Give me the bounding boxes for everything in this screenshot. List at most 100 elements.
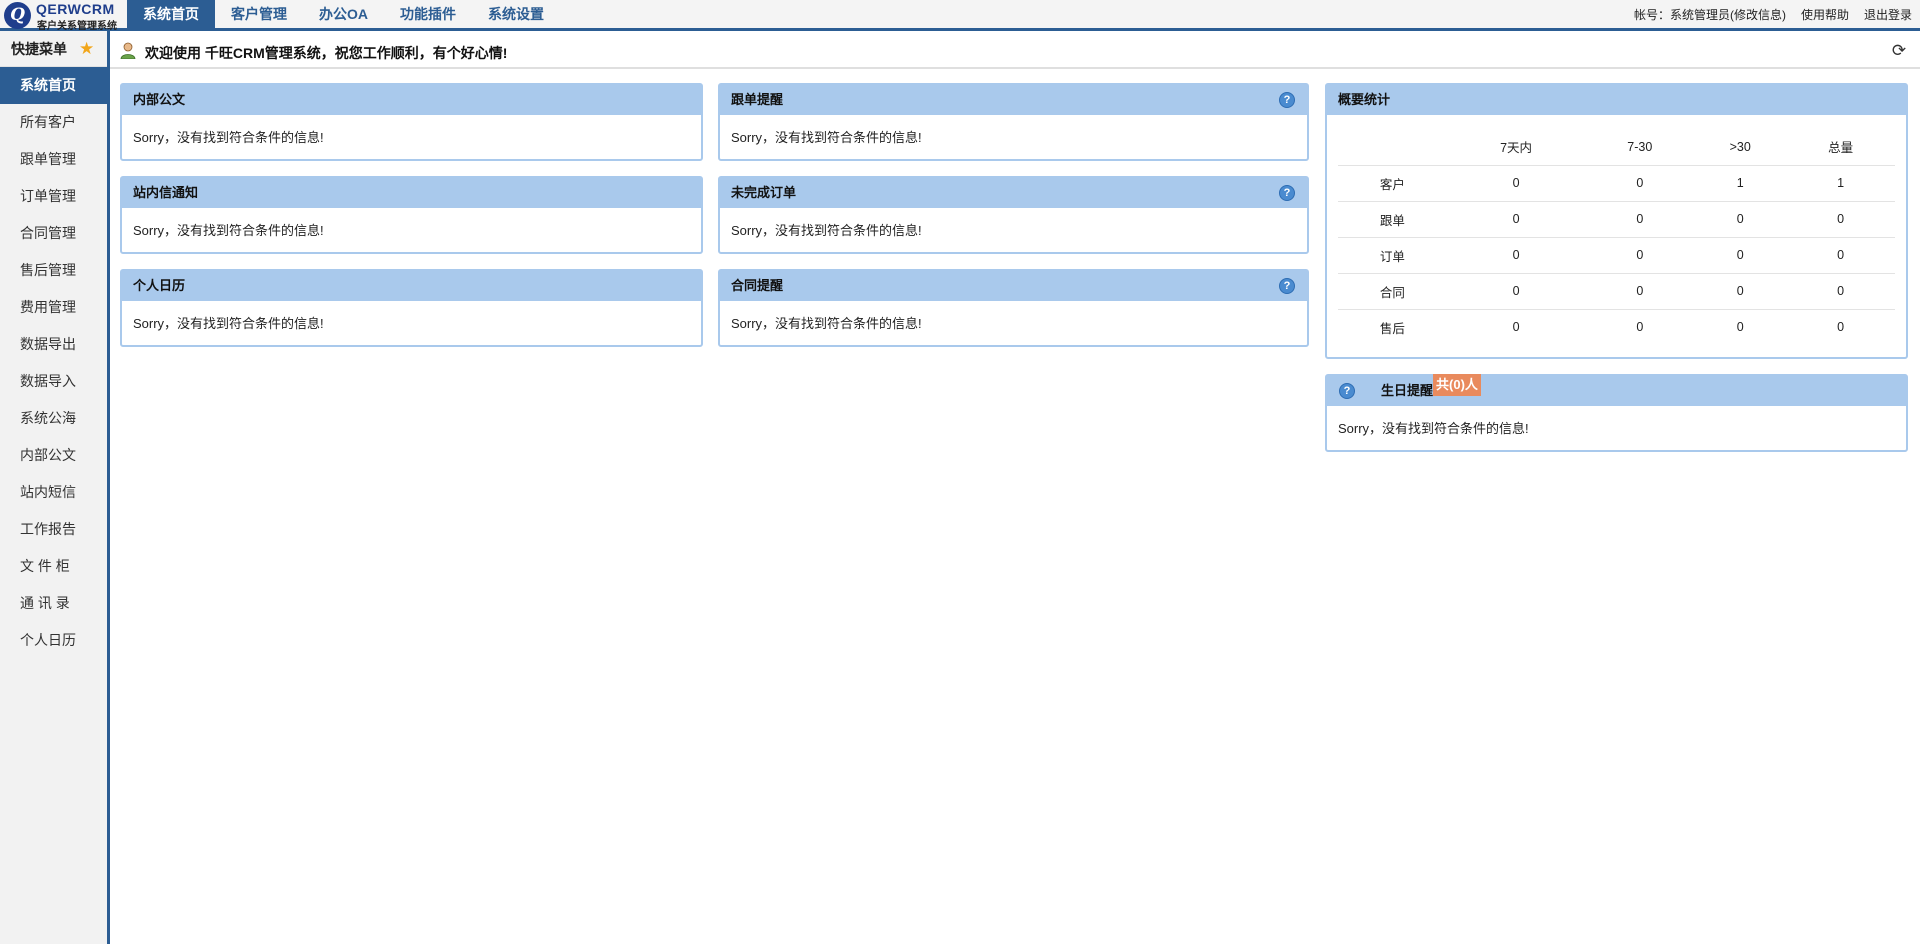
- panel-header: 跟单提醒 ?: [720, 85, 1307, 115]
- user-icon: [120, 42, 136, 59]
- sidebar-item-messages[interactable]: 站内短信: [0, 474, 107, 511]
- sidebar-item-expenses[interactable]: 费用管理: [0, 289, 107, 326]
- nav-item-settings[interactable]: 系统设置: [472, 0, 560, 28]
- sidebar-item-follow-up[interactable]: 跟单管理: [0, 141, 107, 178]
- nav-item-plugins[interactable]: 功能插件: [384, 0, 472, 28]
- panel-site-messages: 站内信通知 Sorry，没有找到符合条件的信息!: [120, 176, 703, 254]
- sidebar-item-address-book[interactable]: 通 讯 录: [0, 585, 107, 622]
- row-label: 合同: [1338, 273, 1447, 310]
- panel-title: 站内信通知: [122, 178, 701, 208]
- help-icon[interactable]: ?: [1279, 185, 1295, 201]
- logo-name: QERWCRM: [36, 1, 115, 17]
- birthday-count-badge: 共(0)人: [1433, 374, 1481, 396]
- table-cell: 0: [1694, 273, 1787, 310]
- sidebar-item-internal-docs[interactable]: 内部公文: [0, 437, 107, 474]
- panel-title: 合同提醒: [731, 278, 784, 293]
- table-cell: 0: [1585, 165, 1695, 202]
- stats-table: 7天内 7-30 >30 总量 客户 0 0 1 1 跟单 0 0 0 0 订单…: [1338, 129, 1895, 345]
- table-row: 客户 0 0 1 1: [1338, 165, 1895, 202]
- table-cell: 0: [1446, 237, 1586, 274]
- user-links: 帐号：系统管理员(修改信息) 使用帮助 退出登录: [1634, 0, 1912, 28]
- logout-link[interactable]: 退出登录: [1864, 0, 1912, 28]
- table-cell: 0: [1786, 273, 1895, 310]
- table-cell: 0: [1585, 237, 1695, 274]
- welcome-message: 欢迎使用 千旺CRM管理系统，祝您工作顺利，有个好心情!: [145, 45, 508, 61]
- empty-message: Sorry，没有找到符合条件的信息!: [731, 223, 922, 238]
- sidebar-item-home[interactable]: 系统首页: [0, 67, 107, 104]
- panel-header: 未完成订单 ?: [720, 178, 1307, 208]
- table-cell: 0: [1446, 201, 1586, 238]
- empty-message: Sorry，没有找到符合条件的信息!: [731, 316, 922, 331]
- empty-message: Sorry，没有找到符合条件的信息!: [133, 223, 324, 238]
- table-cell: 0: [1694, 237, 1787, 274]
- sidebar-item-file-cabinet[interactable]: 文 件 柜: [0, 548, 107, 585]
- row-label: 客户: [1338, 165, 1447, 202]
- stats-header-cell: >30: [1694, 129, 1787, 166]
- panel-title: 未完成订单: [731, 185, 797, 200]
- star-icon[interactable]: ★: [79, 40, 95, 57]
- row-label: 订单: [1338, 237, 1447, 274]
- welcome-bar: 欢迎使用 千旺CRM管理系统，祝您工作顺利，有个好心情! ⟳: [110, 34, 1920, 69]
- empty-message: Sorry，没有找到符合条件的信息!: [133, 130, 324, 145]
- stats-wrapper: 7天内 7-30 >30 总量 客户 0 0 1 1 跟单 0 0 0 0 订单…: [1327, 129, 1906, 345]
- table-row: 合同 0 0 0 0: [1338, 273, 1895, 310]
- help-icon[interactable]: ?: [1339, 383, 1355, 399]
- sidebar-item-calendar[interactable]: 个人日历: [0, 622, 107, 659]
- panel-birthday-reminder: ? 生日提醒 共(0)人 Sorry，没有找到符合条件的信息!: [1325, 374, 1908, 452]
- nav-item-office-oa[interactable]: 办公OA: [303, 0, 384, 28]
- sidebar-title: 快捷菜单: [11, 41, 67, 57]
- panel-title: 内部公文: [122, 85, 701, 115]
- stats-header-cell: 7天内: [1446, 129, 1586, 166]
- sidebar-item-contracts[interactable]: 合同管理: [0, 215, 107, 252]
- table-cell: 1: [1786, 165, 1895, 202]
- refresh-icon[interactable]: ⟳: [1890, 42, 1908, 60]
- app-logo[interactable]: Q QERWCRM 客户关系管理系统: [2, 1, 126, 32]
- stats-header-cell: 7-30: [1585, 129, 1695, 166]
- main-nav: 系统首页 客户管理 办公OA 功能插件 系统设置: [127, 0, 560, 28]
- nav-item-home[interactable]: 系统首页: [127, 0, 215, 28]
- sidebar-item-all-customers[interactable]: 所有客户: [0, 104, 107, 141]
- stats-header-cell: 总量: [1786, 129, 1895, 166]
- sidebar-item-after-sales[interactable]: 售后管理: [0, 252, 107, 289]
- table-row: 跟单 0 0 0 0: [1338, 201, 1895, 238]
- table-cell: 0: [1585, 273, 1695, 310]
- panel-title: 个人日历: [122, 271, 701, 301]
- empty-message: Sorry，没有找到符合条件的信息!: [133, 316, 324, 331]
- stats-header-row: 7天内 7-30 >30 总量: [1338, 129, 1895, 166]
- panel-title: 生日提醒: [1381, 383, 1434, 398]
- help-icon[interactable]: ?: [1279, 92, 1295, 108]
- table-cell: 0: [1786, 237, 1895, 274]
- help-icon[interactable]: ?: [1279, 278, 1295, 294]
- sidebar: 快捷菜单 ★ 系统首页 所有客户 跟单管理 订单管理 合同管理 售后管理 费用管…: [0, 31, 110, 944]
- help-link[interactable]: 使用帮助: [1801, 0, 1849, 28]
- top-bar: Q QERWCRM 客户关系管理系统 系统首页 客户管理 办公OA 功能插件 系…: [0, 0, 1920, 32]
- empty-message: Sorry，没有找到符合条件的信息!: [1338, 421, 1529, 436]
- table-cell: 0: [1694, 201, 1787, 238]
- sidebar-item-data-export[interactable]: 数据导出: [0, 326, 107, 363]
- panel-follow-up-reminder: 跟单提醒 ? Sorry，没有找到符合条件的信息!: [718, 83, 1309, 161]
- sidebar-item-work-reports[interactable]: 工作报告: [0, 511, 107, 548]
- stats-header-cell: [1338, 129, 1447, 166]
- row-label: 跟单: [1338, 201, 1447, 238]
- nav-item-customers[interactable]: 客户管理: [215, 0, 303, 28]
- panel-summary-stats: 概要统计 7天内 7-30 >30 总量 客户 0 0 1 1 跟单 0 0 0…: [1325, 83, 1908, 359]
- panel-unfinished-orders: 未完成订单 ? Sorry，没有找到符合条件的信息!: [718, 176, 1309, 254]
- sidebar-item-data-import[interactable]: 数据导入: [0, 363, 107, 400]
- table-cell: 0: [1736, 320, 1744, 335]
- table-cell: 0: [1636, 320, 1644, 335]
- sidebar-item-public-pool[interactable]: 系统公海: [0, 400, 107, 437]
- table-cell: 0: [1512, 320, 1520, 335]
- table-cell: 0: [1837, 320, 1845, 335]
- table-cell: 0: [1786, 201, 1895, 238]
- empty-message: Sorry，没有找到符合条件的信息!: [731, 130, 922, 145]
- table-cell: 0: [1446, 165, 1586, 202]
- table-cell: 0: [1446, 273, 1586, 310]
- sidebar-header: 快捷菜单 ★: [0, 31, 107, 67]
- row-label: 售后: [1379, 321, 1405, 336]
- table-cell: 0: [1585, 201, 1695, 238]
- panel-title: 概要统计: [1327, 85, 1906, 115]
- sidebar-item-orders[interactable]: 订单管理: [0, 178, 107, 215]
- table-row: 售后 0 0 0 0: [1338, 309, 1895, 345]
- table-row: 订单 0 0 0 0: [1338, 237, 1895, 274]
- account-link[interactable]: 帐号：系统管理员(修改信息): [1634, 0, 1786, 28]
